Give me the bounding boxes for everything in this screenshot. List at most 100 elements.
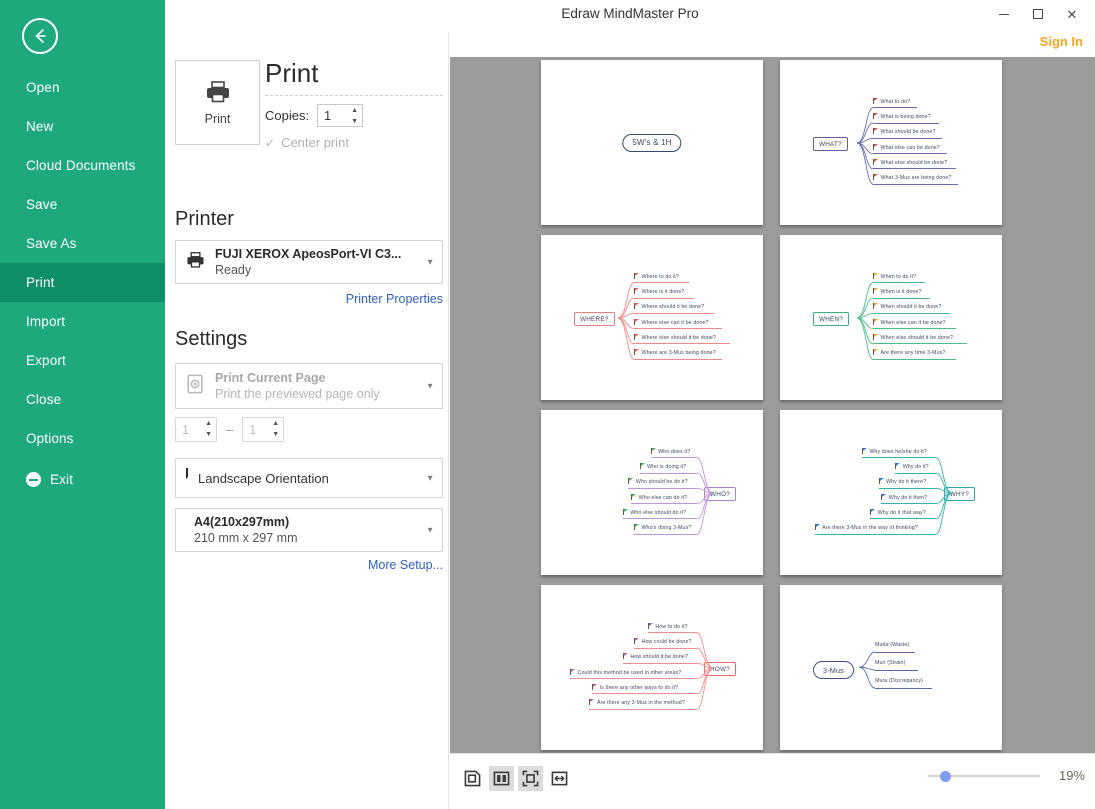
- paper-size-select[interactable]: A4(210x297mm) 210 mm x 297 mm ▼: [175, 508, 443, 552]
- mindmap-branch-node[interactable]: Are there any time 3-Mus?: [873, 349, 945, 357]
- sidebar-item-export[interactable]: Export: [0, 341, 165, 380]
- mindmap-branch-node[interactable]: Who's doing 3-Mus?: [634, 524, 691, 532]
- stepper-up-icon[interactable]: ▲: [272, 420, 279, 428]
- stepper-down-icon[interactable]: ▼: [205, 431, 212, 439]
- zoom-slider-knob[interactable]: [940, 771, 951, 782]
- mindmap-branch-node[interactable]: What is being done?: [873, 113, 931, 121]
- printer-properties-link[interactable]: Printer Properties: [346, 292, 443, 306]
- mindmap-branch-node[interactable]: Why do it then?: [881, 494, 927, 502]
- mindmap-branch-node[interactable]: Who else should do it?: [623, 509, 686, 517]
- mindmap-branch-node[interactable]: Why do it there?: [879, 478, 927, 486]
- mindmap-branch-node[interactable]: When is it done?: [873, 288, 922, 296]
- close-button[interactable]: ✕: [1055, 0, 1089, 28]
- preview-page[interactable]: HOW?How to do it?How could be done?How s…: [541, 585, 763, 750]
- preview-page[interactable]: WHY?Why does he/she do it?Why do it?Why …: [780, 410, 1002, 575]
- mindmap-branch-node[interactable]: Muda (Waste): [875, 642, 909, 649]
- two-page-view-icon[interactable]: [489, 766, 514, 791]
- mindmap-branch-node[interactable]: What 3-Mus are being done?: [873, 174, 951, 182]
- printer-select[interactable]: FUJI XEROX ApeosPort-VI C3... Ready ▼: [175, 240, 443, 284]
- back-button[interactable]: [22, 18, 58, 54]
- mindmap-branch-node[interactable]: Where else can it be done?: [634, 319, 709, 327]
- preview-page[interactable]: WHO?Who does it?Who is doing it?Who shou…: [541, 410, 763, 575]
- print-range-select[interactable]: Print Current Page Print the previewed p…: [175, 363, 443, 409]
- sidebar-item-save[interactable]: Save: [0, 185, 165, 224]
- print-preview-area[interactable]: 5W's & 1HWHAT?What to do?What is being d…: [450, 57, 1095, 753]
- zoom-slider[interactable]: [928, 769, 1040, 783]
- mindmap-branch-node[interactable]: When to do it?: [873, 273, 916, 281]
- sidebar-item-open[interactable]: Open: [0, 68, 165, 107]
- page-range-to-stepper[interactable]: 1 ▲ ▼: [242, 417, 284, 442]
- sidebar-item-save-as[interactable]: Save As: [0, 224, 165, 263]
- mindmap-branch-node[interactable]: Could this method be used in other areas…: [570, 669, 681, 677]
- orientation-select[interactable]: Landscape Orientation ▼: [175, 458, 443, 498]
- copies-stepper[interactable]: 1 ▲ ▼: [317, 104, 363, 127]
- preview-page[interactable]: 3-MusMuda (Waste)Muri (Strain)Mura (Disc…: [780, 585, 1002, 750]
- mindmap-branch-node[interactable]: How to do it?: [648, 623, 688, 631]
- mindmap-branch-node[interactable]: Mura (Discrepancy): [875, 678, 923, 685]
- sidebar-item-exit[interactable]: Exit: [0, 460, 165, 499]
- sidebar-item-print[interactable]: Print: [0, 263, 165, 302]
- sidebar-item-close[interactable]: Close: [0, 380, 165, 419]
- mindmap-branch-node[interactable]: When else can it be done?: [873, 319, 946, 327]
- mindmap-branch-node[interactable]: Who should be do it?: [628, 478, 687, 486]
- mindmap-branch-node[interactable]: Is there any other ways to do it?: [592, 684, 678, 692]
- stepper-up-icon[interactable]: ▲: [205, 420, 212, 428]
- fit-width-icon[interactable]: [547, 766, 572, 791]
- flag-icon: [881, 494, 886, 500]
- mindmap-branch-node[interactable]: When else should it be done?: [873, 334, 953, 342]
- page-range-from-stepper[interactable]: 1 ▲ ▼: [175, 417, 217, 442]
- maximize-button[interactable]: [1021, 0, 1055, 28]
- mindmap-branch-node[interactable]: Where is it done?: [634, 288, 684, 296]
- mindmap-branch-node[interactable]: How should it be done?: [623, 653, 688, 661]
- mindmap-branch-node[interactable]: Where else should it be done?: [634, 334, 716, 342]
- preview-page[interactable]: WHERE?Where to do it?Where is it done?Wh…: [541, 235, 763, 400]
- mindmap-branch-node[interactable]: Are there any 3-Mus in the method?: [589, 699, 684, 707]
- sign-in-link[interactable]: Sign In: [1040, 34, 1083, 49]
- sidebar-item-options[interactable]: Options: [0, 419, 165, 458]
- mindmap-branch-node[interactable]: Why does he/she do it?: [862, 448, 927, 456]
- mindmap-branch-node[interactable]: Where to do it?: [634, 273, 679, 281]
- stepper-down-icon[interactable]: ▼: [351, 118, 358, 126]
- mindmap-branch-node[interactable]: What should be done?: [873, 128, 936, 136]
- mindmap-branch-node[interactable]: Why do it?: [895, 463, 929, 471]
- mindmap-branch-node[interactable]: What else should be done?: [873, 159, 947, 167]
- page-range-to-arrows[interactable]: ▲ ▼: [272, 420, 279, 439]
- flag-icon: [631, 494, 636, 500]
- fit-page-icon[interactable]: [518, 766, 543, 791]
- mindmap-branch-node[interactable]: When should it be done?: [873, 303, 941, 311]
- mindmap-branch-node[interactable]: Where are 3-Mus being done?: [634, 349, 716, 357]
- mindmap-branch-label: Where are 3-Mus being done?: [642, 350, 716, 356]
- mindmap-branch-node[interactable]: Who does it?: [651, 448, 691, 456]
- mindmap-branch-node[interactable]: Where should it be done?: [634, 303, 704, 311]
- mindmap-branch-label: Why do it?: [903, 464, 929, 470]
- mindmap-canvas: WHEN?When to do it?When is it done?When …: [780, 235, 1002, 400]
- preview-page[interactable]: 5W's & 1H: [541, 60, 763, 225]
- mindmap-branch-label: Who's doing 3-Mus?: [641, 525, 691, 531]
- mindmap-branch-node[interactable]: How could be done?: [634, 638, 692, 646]
- mindmap-branch-node[interactable]: Who else can do it?: [631, 494, 687, 502]
- mindmap-branch-node[interactable]: Are there 3-Mus in the way of thinking?: [815, 524, 918, 532]
- mindmap-branch-node[interactable]: Why do it that way?: [870, 509, 926, 517]
- sidebar-item-label: Cloud Documents: [26, 158, 136, 173]
- sidebar-item-import[interactable]: Import: [0, 302, 165, 341]
- minimize-button[interactable]: [987, 0, 1021, 28]
- stepper-up-icon[interactable]: ▲: [351, 107, 358, 115]
- sidebar-item-cloud-documents[interactable]: Cloud Documents: [0, 146, 165, 185]
- mindmap-branch-node[interactable]: Who is doing it?: [640, 463, 687, 471]
- page-range-from-arrows[interactable]: ▲ ▼: [205, 420, 212, 439]
- zoom-controls: 19%: [928, 768, 1085, 783]
- print-button[interactable]: Print: [175, 60, 260, 145]
- sidebar-item-new[interactable]: New: [0, 107, 165, 146]
- stepper-down-icon[interactable]: ▼: [272, 431, 279, 439]
- mindmap-branch-node[interactable]: What to do?: [873, 98, 910, 106]
- center-print-checkbox[interactable]: ✓ Center print: [265, 135, 349, 150]
- mindmap-branch-label: Who should be do it?: [636, 479, 688, 485]
- mindmap-central-node[interactable]: 5W's & 1H: [622, 134, 681, 152]
- more-setup-link[interactable]: More Setup...: [368, 558, 443, 572]
- mindmap-branch-node[interactable]: What else can be done?: [873, 144, 940, 152]
- preview-page[interactable]: WHEN?When to do it?When is it done?When …: [780, 235, 1002, 400]
- mindmap-branch-node[interactable]: Muri (Strain): [875, 660, 905, 667]
- copies-stepper-arrows[interactable]: ▲ ▼: [351, 107, 358, 126]
- single-page-view-icon[interactable]: [460, 766, 485, 791]
- preview-page[interactable]: WHAT?What to do?What is being done?What …: [780, 60, 1002, 225]
